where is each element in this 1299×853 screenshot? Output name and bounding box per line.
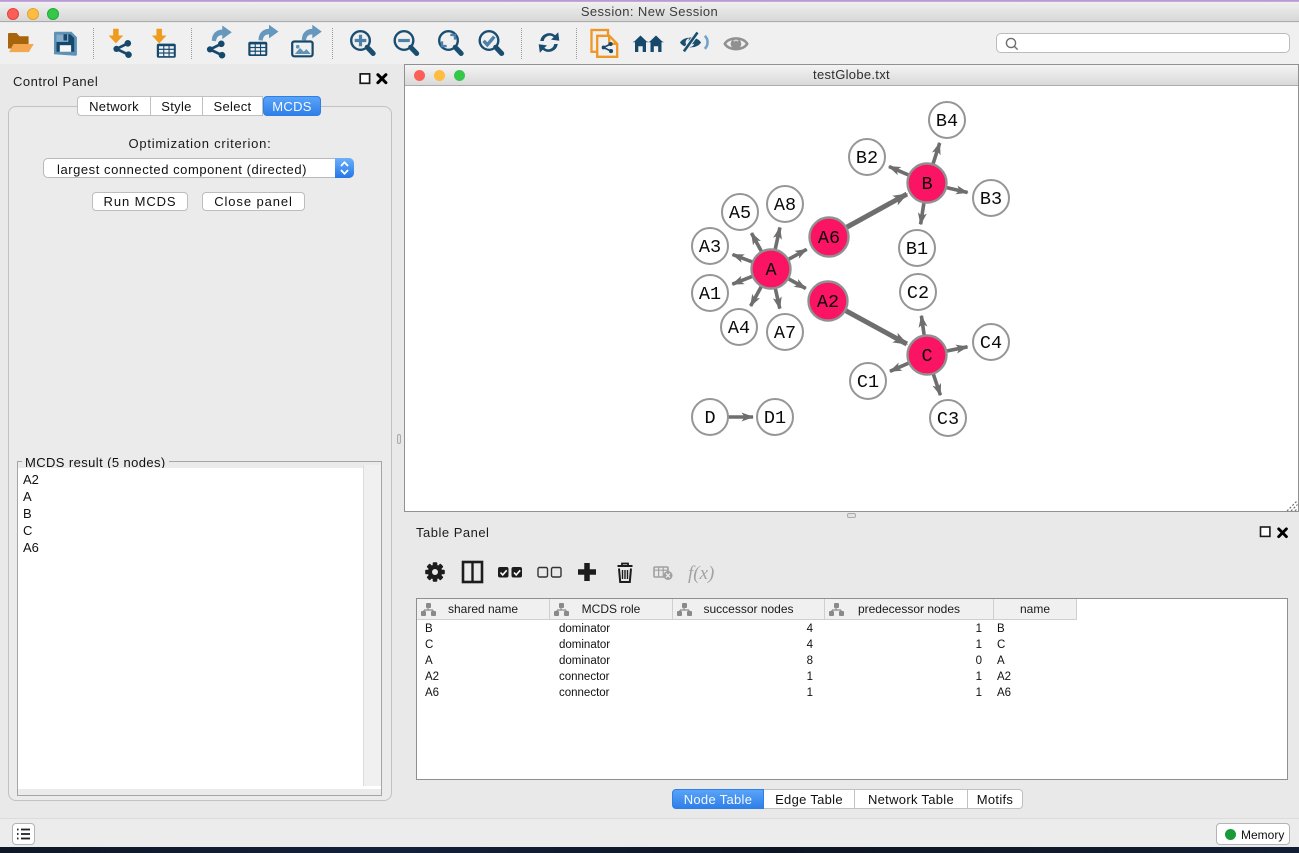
- svg-text:A1: A1: [699, 284, 721, 305]
- svg-text:B4: B4: [936, 111, 958, 132]
- svg-text:B3: B3: [980, 189, 1002, 210]
- svg-text:A8: A8: [774, 195, 796, 216]
- svg-text:B2: B2: [856, 148, 878, 169]
- svg-text:A: A: [765, 260, 777, 281]
- svg-text:C4: C4: [980, 333, 1002, 354]
- svg-text:D1: D1: [764, 408, 786, 429]
- svg-text:A6: A6: [818, 228, 840, 249]
- svg-text:A5: A5: [729, 203, 751, 224]
- svg-text:A2: A2: [817, 292, 839, 313]
- svg-text:C1: C1: [857, 372, 879, 393]
- svg-text:C2: C2: [907, 283, 929, 304]
- svg-text:D: D: [704, 408, 715, 429]
- svg-text:C: C: [921, 346, 932, 367]
- svg-text:A4: A4: [728, 318, 750, 339]
- svg-text:A3: A3: [699, 237, 721, 258]
- svg-text:f(x): f(x): [688, 563, 714, 584]
- svg-text:A7: A7: [774, 323, 796, 344]
- svg-text:B: B: [921, 174, 932, 195]
- svg-text:C3: C3: [937, 409, 959, 430]
- svg-text:B1: B1: [906, 239, 928, 260]
